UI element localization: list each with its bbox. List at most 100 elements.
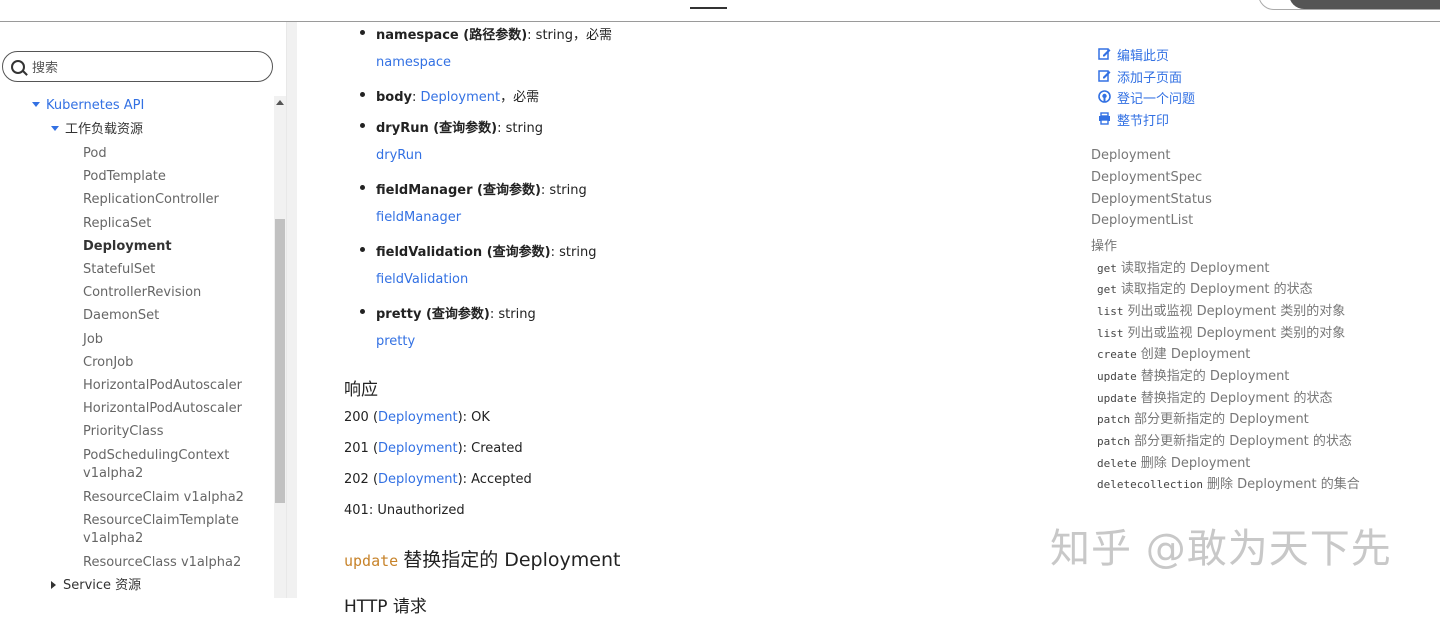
toc-op-item[interactable]: deletecollection 删除 Deployment 的集合 [1097, 473, 1360, 492]
toc-op-text: 删除 Deployment [1140, 456, 1251, 471]
param-type: : string [497, 121, 543, 136]
response-status: ): OK [457, 410, 490, 425]
sidebar-item-job[interactable]: Job [83, 332, 103, 348]
sidebar-item-replicationcontroller[interactable]: ReplicationController [83, 192, 219, 208]
param-link-namespace[interactable]: namespace [376, 55, 451, 70]
toc-op-item[interactable]: create 创建 Deployment [1097, 343, 1250, 362]
toc-op-item[interactable]: list 列出或监视 Deployment 类别的对象 [1097, 322, 1345, 341]
sidebar-item-deployment[interactable]: Deployment [83, 239, 172, 255]
toc-op-verb: list [1097, 305, 1124, 318]
sidebar-group-label: Service 资源 [63, 578, 142, 593]
param-type: ，必需 [500, 90, 540, 105]
sidebar-item-priorityclass[interactable]: PriorityClass [83, 424, 163, 440]
param-type-link[interactable]: Deployment [421, 90, 501, 105]
bullet [360, 30, 365, 35]
response-row-202: 202 (Deployment): Accepted [344, 472, 532, 487]
toc-op-item[interactable]: update 替换指定的 Deployment 的状态 [1097, 387, 1333, 406]
toc-op-item[interactable]: get 读取指定的 Deployment 的状态 [1097, 278, 1313, 297]
param-pretty: pretty (查询参数): string [376, 303, 536, 322]
search-box[interactable] [2, 51, 273, 82]
response-heading: 响应 [344, 380, 378, 400]
toc-op-item[interactable]: get 读取指定的 Deployment [1097, 257, 1270, 276]
sidebar-item-resourceclaim[interactable]: ResourceClaim v1alpha2 [83, 490, 244, 506]
sidebar-section-label: Kubernetes API [46, 98, 145, 113]
bullet [360, 92, 365, 97]
sidebar-item-cronjob[interactable]: CronJob [83, 355, 133, 371]
operation-heading: update 替换指定的 Deployment [344, 545, 620, 572]
action-label: 登记一个问题 [1117, 92, 1196, 107]
sidebar-item-line: ResourceClaimTemplate [83, 513, 239, 528]
param-body: body: Deployment，必需 [376, 90, 540, 105]
param-type: : string [540, 183, 587, 198]
file-issue-link[interactable]: 登记一个问题 [1098, 88, 1195, 107]
toc-op-item[interactable]: list 列出或监视 Deployment 类别的对象 [1097, 300, 1345, 319]
header-control[interactable] [1258, 0, 1440, 10]
response-type-link[interactable]: Deployment [378, 441, 458, 456]
scroll-up-arrow-icon[interactable] [276, 100, 284, 105]
toc-op-verb: update [1097, 370, 1137, 383]
toc-item-deploymentstatus[interactable]: DeploymentStatus [1091, 192, 1212, 207]
sidebar-item-line: v1alpha2 [83, 466, 144, 481]
page-toc: 编辑此页 添加子页面 登记一个问题 整节打印 Deployment Deploy… [1086, 22, 1440, 598]
param-link-fieldvalidation[interactable]: fieldValidation [376, 272, 468, 287]
bullet [360, 247, 365, 252]
param-name: fieldValidation [376, 245, 483, 260]
sidebar-section-kubernetes-api[interactable]: Kubernetes API [32, 98, 144, 114]
toc-op-verb: create [1097, 348, 1137, 361]
sidebar-item-statefulset[interactable]: StatefulSet [83, 262, 155, 278]
toc-op-text: 创建 Deployment [1140, 347, 1251, 362]
sidebar-item-podtemplate[interactable]: PodTemplate [83, 169, 166, 185]
toc-op-item[interactable]: patch 部分更新指定的 Deployment [1097, 408, 1309, 427]
edit-icon [1098, 47, 1111, 64]
sidebar-item-hpa-v2[interactable]: HorizontalPodAutoscaler [83, 378, 242, 394]
param-fieldvalidation: fieldValidation (查询参数): string [376, 241, 596, 260]
sidebar-item-podschedulingcontext[interactable]: PodSchedulingContext v1alpha2 [83, 448, 229, 482]
param-link-pretty[interactable]: pretty [376, 334, 415, 349]
param-link-fieldmanager[interactable]: fieldManager [376, 210, 461, 225]
toc-op-text: 列出或监视 Deployment 类别的对象 [1127, 326, 1346, 341]
sidebar-item-replicaset[interactable]: ReplicaSet [83, 216, 151, 232]
caret-down-icon [32, 102, 40, 107]
add-subpage-link[interactable]: 添加子页面 [1098, 67, 1182, 86]
sidebar-item-line: v1alpha2 [83, 531, 144, 546]
toc-op-verb: delete [1097, 457, 1137, 470]
toc-op-verb: patch [1097, 413, 1131, 426]
toc-op-item[interactable]: update 替换指定的 Deployment [1097, 365, 1289, 384]
toc-item-deployment[interactable]: Deployment [1091, 148, 1171, 163]
sidebar-item-resourceclass[interactable]: ResourceClass v1alpha2 [83, 555, 241, 571]
scrollbar-thumb[interactable] [275, 219, 285, 503]
sidebar-item-controllerrevision[interactable]: ControllerRevision [83, 285, 201, 301]
sidebar-group-service[interactable]: Service 资源 [51, 578, 141, 594]
print-section-link[interactable]: 整节打印 [1098, 110, 1169, 129]
toc-op-item[interactable]: delete 删除 Deployment [1097, 452, 1250, 471]
top-header [0, 0, 1440, 22]
toc-op-verb: patch [1097, 435, 1131, 448]
param-name: dryRun [376, 121, 429, 136]
search-icon [11, 60, 25, 74]
toc-op-verb: deletecollection [1097, 478, 1203, 491]
sidebar-item-daemonset[interactable]: DaemonSet [83, 308, 159, 324]
toc-op-item[interactable]: patch 部分更新指定的 Deployment 的状态 [1097, 430, 1352, 449]
toc-item-operations[interactable]: 操作 [1091, 235, 1117, 254]
sidebar-item-resourceclaimtemplate[interactable]: ResourceClaimTemplate v1alpha2 [83, 513, 239, 547]
sidebar-group-workloads[interactable]: 工作负载资源 [51, 122, 143, 138]
toc-item-deploymentspec[interactable]: DeploymentSpec [1091, 170, 1202, 185]
sidebar-item-pod[interactable]: Pod [83, 146, 107, 162]
response-row-201: 201 (Deployment): Created [344, 441, 523, 456]
response-code: 200 ( [344, 410, 379, 425]
toc-op-verb: get [1097, 262, 1117, 275]
response-type-link[interactable]: Deployment [378, 410, 458, 425]
sidebar-item-hpa-v1[interactable]: HorizontalPodAutoscaler [83, 401, 242, 417]
response-type-link[interactable]: Deployment [378, 472, 458, 487]
sidebar-scrollbar[interactable] [274, 96, 286, 598]
action-label: 整节打印 [1117, 114, 1170, 129]
search-input[interactable] [30, 57, 264, 79]
toc-op-text: 列出或监视 Deployment 类别的对象 [1127, 304, 1346, 319]
param-name: fieldManager [376, 183, 473, 198]
param-type: : string，必需 [527, 28, 612, 43]
toc-item-deploymentlist[interactable]: DeploymentList [1091, 213, 1193, 228]
edit-page-link[interactable]: 编辑此页 [1098, 45, 1169, 64]
sidebar-group-label: 工作负载资源 [65, 122, 144, 137]
action-label: 编辑此页 [1117, 49, 1170, 64]
param-link-dryrun[interactable]: dryRun [376, 148, 422, 163]
